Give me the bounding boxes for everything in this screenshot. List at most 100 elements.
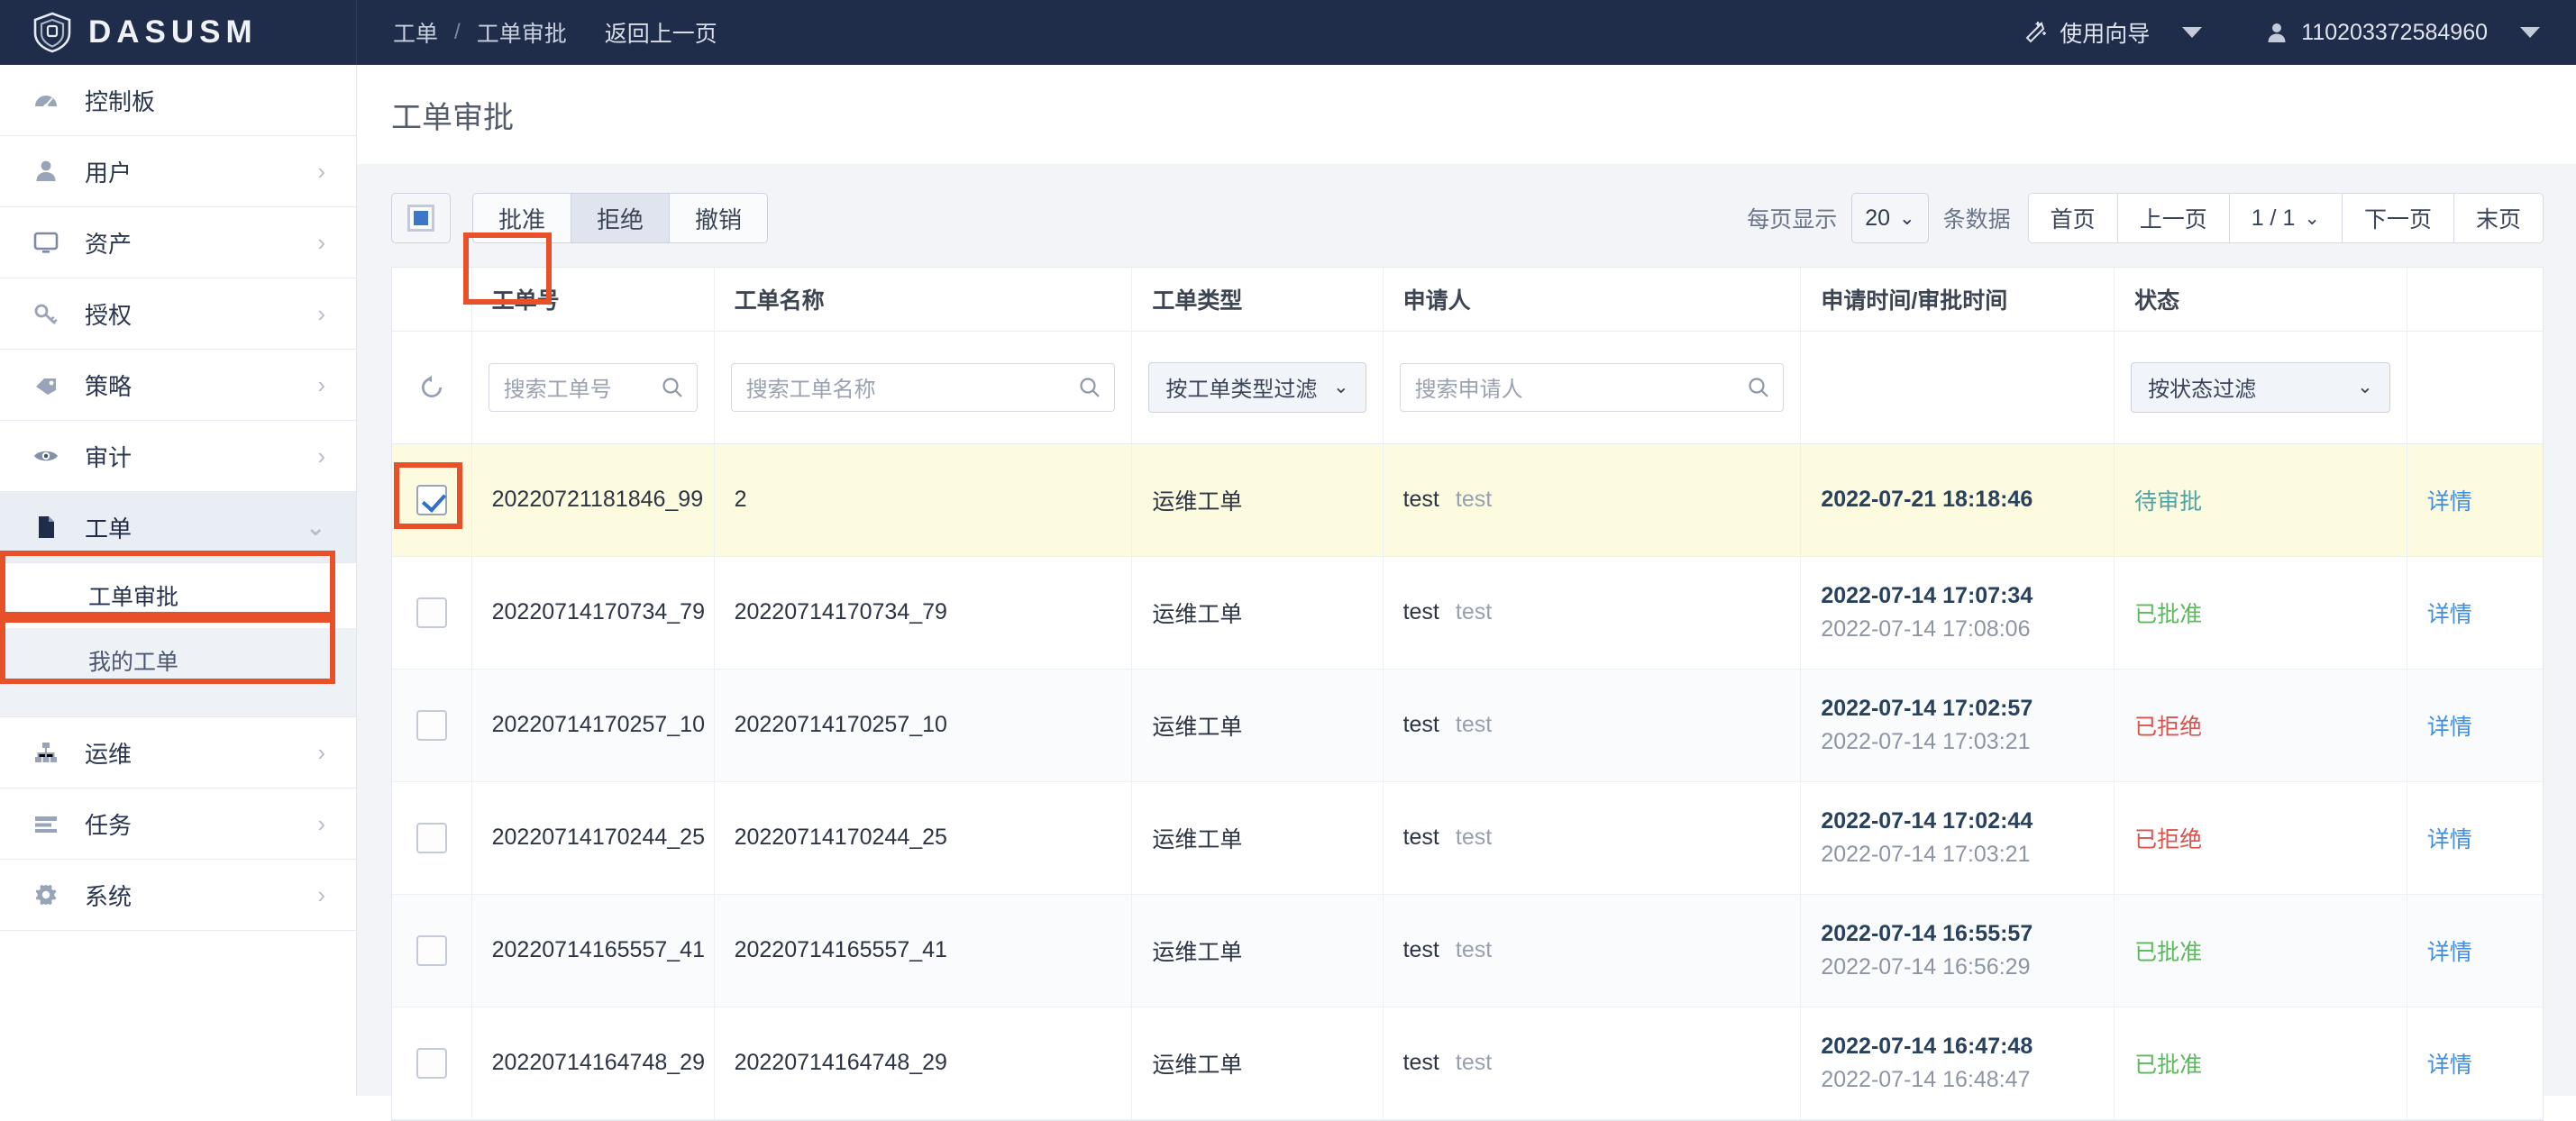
usage-guide-menu[interactable]: 使用向导 xyxy=(2022,16,2202,49)
page-indicator-select[interactable]: 1 / 1 ⌄ xyxy=(2229,193,2343,243)
table-row[interactable]: 20220714170257_10 20220714170257_10 运维工单… xyxy=(392,669,2543,781)
order-name-filter-cell: 搜索工单名称 xyxy=(714,331,1132,443)
cell-status: 已批准 xyxy=(2115,556,2407,669)
sidebar-item-assets[interactable]: 资产 › xyxy=(0,207,356,278)
cell-applicant: test test xyxy=(1383,556,1801,669)
approve-button[interactable]: 批准 xyxy=(472,193,571,243)
cell-times: 2022-07-21 18:18:46 xyxy=(1801,443,2115,556)
applicant-filter-cell: 搜索申请人 xyxy=(1383,331,1801,443)
apply-time: 2022-07-14 17:07:34 xyxy=(1821,579,2094,612)
sidebar-item-tasks[interactable]: 任务 › xyxy=(0,788,356,860)
status-badge: 已拒绝 xyxy=(2134,827,2202,852)
account-menu[interactable]: 110203372584960 xyxy=(2265,20,2540,46)
applicant-name: test xyxy=(1403,599,1439,625)
sidebar-item-policy[interactable]: 策略 › xyxy=(0,350,356,421)
sidebar-item-my-work-orders[interactable]: 我的工单 xyxy=(0,628,356,693)
table-row[interactable]: 20220714170244_25 20220714170244_25 运维工单… xyxy=(392,781,2543,894)
detail-link[interactable]: 详情 xyxy=(2427,715,2472,740)
cell-order-no: 20220721181846_99 xyxy=(471,443,714,556)
detail-link[interactable]: 详情 xyxy=(2427,1053,2472,1078)
row-checkbox-cell[interactable] xyxy=(392,556,471,669)
row-checkbox-cell[interactable] xyxy=(392,669,471,781)
row-checkbox-cell[interactable] xyxy=(392,443,471,556)
table-row[interactable]: 20220714164748_29 20220714164748_29 运维工单… xyxy=(392,1007,2543,1119)
detail-link[interactable]: 详情 xyxy=(2427,602,2472,627)
cell-order-name: 20220714170257_10 xyxy=(714,669,1132,781)
dashboard-icon xyxy=(32,87,72,114)
reject-button[interactable]: 拒绝 xyxy=(571,193,670,243)
back-link[interactable]: 返回上一页 xyxy=(605,16,717,49)
row-checkbox[interactable] xyxy=(416,710,447,741)
applicant-alias: test xyxy=(1456,937,1492,963)
chevron-right-icon: › xyxy=(317,883,325,907)
row-checkbox-cell[interactable] xyxy=(392,1007,471,1119)
detail-link[interactable]: 详情 xyxy=(2427,489,2472,515)
row-checkbox[interactable] xyxy=(416,1048,447,1079)
applicant-search-input[interactable]: 搜索申请人 xyxy=(1400,363,1785,412)
approve-time: 2022-07-14 16:48:47 xyxy=(1821,1063,2094,1096)
cell-times: 2022-07-14 17:02:57 2022-07-14 17:03:21 xyxy=(1801,669,2115,781)
row-checkbox-cell[interactable] xyxy=(392,781,471,894)
header-order-no: 工单号 xyxy=(471,268,714,331)
row-checkbox-cell[interactable] xyxy=(392,894,471,1007)
search-icon xyxy=(1078,376,1101,406)
sidebar-item-dashboard[interactable]: 控制板 xyxy=(0,65,356,136)
order-type-filter-select[interactable]: 按工单类型过滤 ⌄ xyxy=(1148,362,1366,413)
sidebar-item-work-orders[interactable]: 工单 ⌄ xyxy=(0,492,356,563)
order-no-search-input[interactable]: 搜索工单号 xyxy=(489,363,698,412)
sidebar-item-authorization[interactable]: 授权 › xyxy=(0,278,356,350)
apply-time: 2022-07-14 17:02:44 xyxy=(1821,805,2094,837)
detail-link[interactable]: 详情 xyxy=(2427,827,2472,852)
row-checkbox[interactable] xyxy=(416,935,447,966)
header-actions xyxy=(2407,268,2543,331)
cell-detail[interactable]: 详情 xyxy=(2407,781,2543,894)
brand[interactable]: DASUSM xyxy=(0,0,357,65)
applicant-alias: test xyxy=(1456,487,1492,513)
apply-time: 2022-07-14 16:47:48 xyxy=(1821,1030,2094,1062)
sidebar-item-label: 任务 xyxy=(85,807,132,841)
status-badge: 已批准 xyxy=(2134,940,2202,965)
sidebar-item-users[interactable]: 用户 › xyxy=(0,136,356,207)
action-toolbar: 批准 拒绝 撤销 每页显示 20 ⌄ 条数据 首页 上一页 1 / 1 ⌄ xyxy=(391,189,2544,247)
prev-page-button[interactable]: 上一页 xyxy=(2117,193,2230,243)
next-page-button[interactable]: 下一页 xyxy=(2342,193,2454,243)
sidebar-item-label: 策略 xyxy=(85,369,132,402)
last-page-button[interactable]: 末页 xyxy=(2453,193,2544,243)
row-checkbox[interactable] xyxy=(416,597,447,628)
cell-order-type: 运维工单 xyxy=(1132,556,1383,669)
chevron-right-icon: › xyxy=(317,302,325,325)
sidebar-item-audit[interactable]: 审计 › xyxy=(0,421,356,492)
page-header: 工单审批 xyxy=(357,65,2576,164)
cell-detail[interactable]: 详情 xyxy=(2407,443,2543,556)
breadcrumb-current[interactable]: 工单审批 xyxy=(477,16,567,49)
table-row[interactable]: 20220714170734_79 20220714170734_79 运维工单… xyxy=(392,556,2543,669)
applicant-name: test xyxy=(1403,487,1439,513)
detail-link[interactable]: 详情 xyxy=(2427,940,2472,965)
reload-cell[interactable] xyxy=(392,331,471,443)
sidebar-item-operations[interactable]: 运维 › xyxy=(0,717,356,788)
breadcrumb-root[interactable]: 工单 xyxy=(393,16,438,49)
order-name-search-input[interactable]: 搜索工单名称 xyxy=(731,363,1116,412)
row-checkbox[interactable] xyxy=(416,823,447,853)
revoke-button[interactable]: 撤销 xyxy=(669,193,768,243)
cell-detail[interactable]: 详情 xyxy=(2407,669,2543,781)
row-checkbox[interactable] xyxy=(416,485,447,515)
first-page-button[interactable]: 首页 xyxy=(2028,193,2118,243)
sidebar-item-work-order-approval[interactable]: 工单审批 xyxy=(0,563,356,628)
table-row[interactable]: 20220714165557_41 20220714165557_41 运维工单… xyxy=(392,894,2543,1007)
chevron-down-icon: ⌄ xyxy=(2304,207,2320,230)
table-row[interactable]: 20220721181846_99 2 运维工单 test test 2022-… xyxy=(392,443,2543,556)
per-page-select[interactable]: 20 ⌄ xyxy=(1851,193,1928,243)
cell-status: 已批准 xyxy=(2115,894,2407,1007)
sidebar-item-label: 资产 xyxy=(85,226,132,260)
cell-applicant: test test xyxy=(1383,894,1801,1007)
cell-detail[interactable]: 详情 xyxy=(2407,556,2543,669)
chevron-right-icon: › xyxy=(317,812,325,835)
select-all-button[interactable] xyxy=(391,193,451,243)
status-filter-select[interactable]: 按状态过滤 ⌄ xyxy=(2131,362,2390,413)
cell-detail[interactable]: 详情 xyxy=(2407,894,2543,1007)
reload-icon[interactable] xyxy=(408,374,455,401)
gear-icon xyxy=(32,881,72,908)
cell-detail[interactable]: 详情 xyxy=(2407,1007,2543,1119)
sidebar-item-system[interactable]: 系统 › xyxy=(0,860,356,931)
